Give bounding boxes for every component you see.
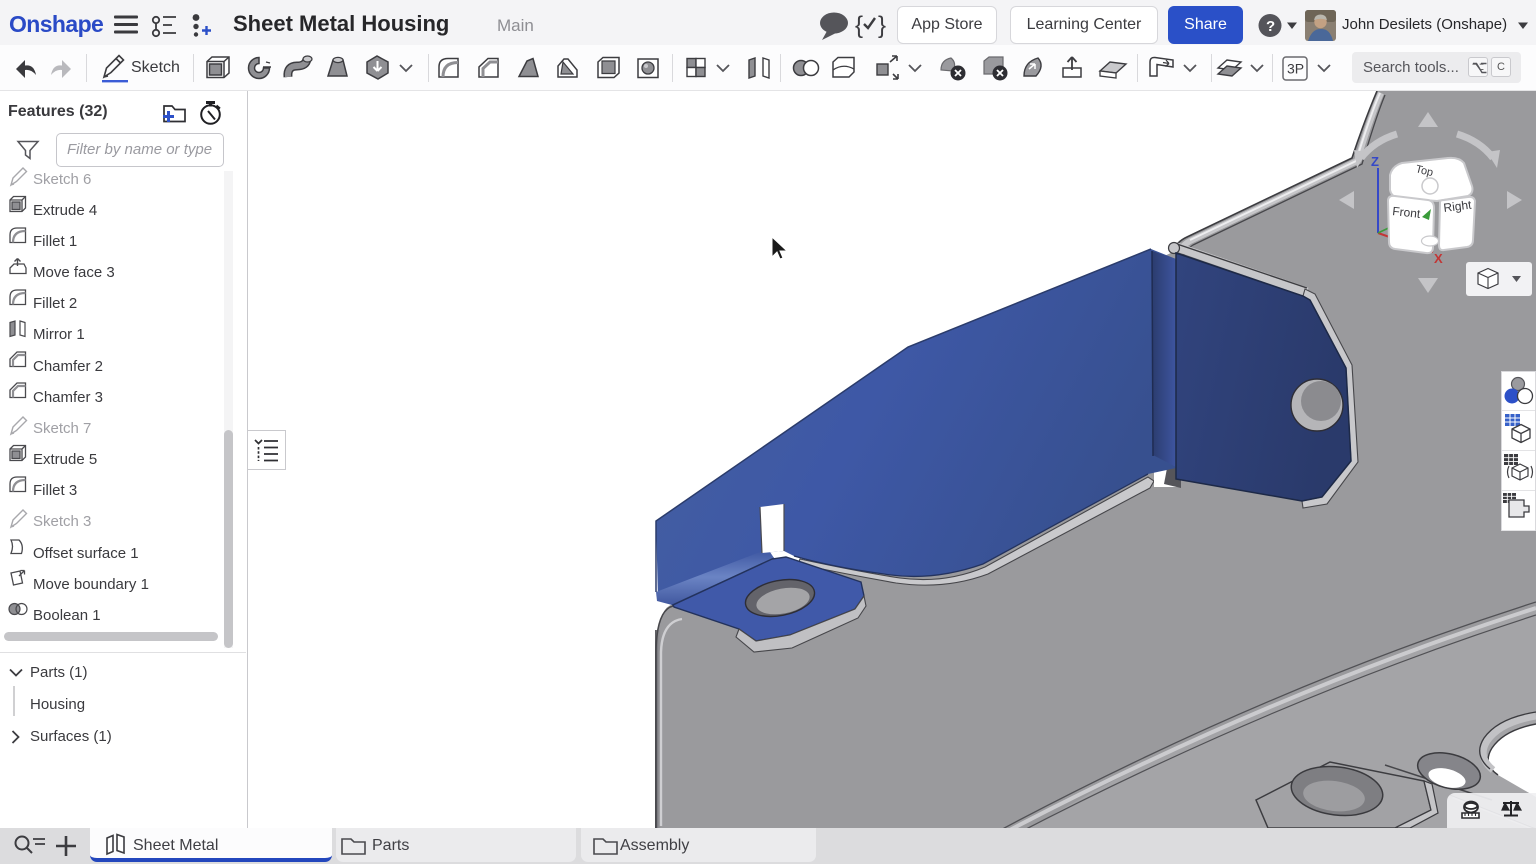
svg-text:Front: Front xyxy=(1392,204,1422,221)
svg-text:Z: Z xyxy=(1371,154,1379,169)
svg-text:X: X xyxy=(1434,251,1443,266)
